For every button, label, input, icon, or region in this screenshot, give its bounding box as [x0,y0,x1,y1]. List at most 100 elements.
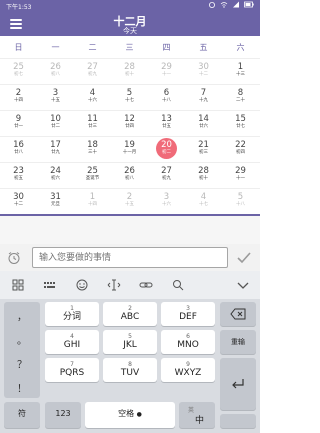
backspace-key[interactable] [220,302,256,326]
date-cell[interactable]: 11 廿三 [74,111,111,136]
date-cell[interactable]: 25 圣诞节 [74,163,111,188]
date-number: 26 [50,62,61,72]
date-number: 3 [163,192,170,202]
key-5[interactable]: 5 JKL [103,330,157,354]
date-cell[interactable]: 3 十六 [148,189,185,214]
date-cell[interactable]: 22 初四 [222,137,259,162]
lunar-date: 初六 [51,176,60,181]
date-cell[interactable]: 15 廿七 [222,111,259,136]
number-key[interactable]: 123 [45,402,81,428]
key-6[interactable]: 6 MNO [161,330,215,354]
date-cell[interactable]: 9 廿一 [0,111,37,136]
symbol-key[interactable]: 符 [4,402,40,428]
lunar-date: 十五 [51,98,60,103]
lunar-date: 初三 [199,150,208,155]
cursor-icon[interactable] [107,279,121,291]
date-cell[interactable]: 12 廿四 [111,111,148,136]
date-cell[interactable]: 2 十四 [0,85,37,110]
space-key[interactable]: 空格 ● [85,402,175,428]
date-cell[interactable]: 3 十五 [37,85,74,110]
date-cell[interactable]: 10 廿二 [37,111,74,136]
reenter-key[interactable]: 重输 [220,330,256,354]
language-switch-key[interactable]: 英 中 [179,402,215,428]
link-icon[interactable] [139,279,153,291]
lunar-date: 十八 [236,202,245,207]
key-7[interactable]: 7 PQRS [45,358,99,382]
date-cell[interactable]: 1 十三 [222,59,259,84]
date-cell[interactable]: 4 十六 [74,85,111,110]
date-number: 1 [237,62,244,72]
today-date-cell[interactable]: 20 初二 [148,137,185,162]
date-number: 29 [235,166,246,176]
keyboard-grid-icon[interactable] [11,279,25,291]
date-cell[interactable]: 27 初九 [74,59,111,84]
date-cell[interactable]: 18 三十 [74,137,111,162]
app-header: 下午1:53 十二月 今天 [0,0,260,36]
lunar-date: 十六 [162,202,171,207]
punct-key-exclaim[interactable]: ！ [4,380,40,395]
signal-icon [233,1,239,8]
date-cell[interactable]: 24 初六 [37,163,74,188]
date-cell[interactable]: 19 十一月 [111,137,148,162]
key-9[interactable]: 9 WXYZ [161,358,215,382]
date-cell[interactable]: 16 廿八 [0,137,37,162]
date-cell[interactable]: 7 十九 [185,85,222,110]
todo-input[interactable] [32,247,228,268]
lunar-date: 圣诞节 [85,176,100,181]
date-cell[interactable]: 5 十七 [111,85,148,110]
lunar-date: 十五 [125,202,134,207]
lunar-date: 十七 [125,98,134,103]
chevron-down-icon[interactable] [236,279,250,291]
search-icon[interactable] [171,279,185,291]
date-cell[interactable]: 17 廿九 [37,137,74,162]
date-cell[interactable]: 23 初五 [0,163,37,188]
enter-key[interactable] [220,358,256,410]
today-button[interactable]: 今天 [0,26,260,36]
date-number: 8 [237,88,244,98]
key-2[interactable]: 2 ABC [103,302,157,326]
status-bar: 下午1:53 [0,0,260,12]
key-3[interactable]: 3 DEF [161,302,215,326]
hide-keyboard-key[interactable] [220,414,256,428]
date-cell[interactable]: 26 初八 [111,163,148,188]
date-cell[interactable]: 2 十五 [111,189,148,214]
key-4[interactable]: 4 GHI [45,330,99,354]
date-cell[interactable]: 14 廿六 [185,111,222,136]
punct-key-comma[interactable]: ， [4,308,40,323]
lunar-date: 十六 [88,98,97,103]
keyboard-layout-icon[interactable] [43,279,57,291]
date-number: 27 [161,166,172,176]
date-number: 27 [87,62,98,72]
date-cell[interactable]: 31 元旦 [37,189,74,214]
date-cell[interactable]: 28 初十 [185,163,222,188]
key-8[interactable]: 8 TUV [103,358,157,382]
date-number: 12 [124,114,135,124]
date-cell[interactable]: 29 十一 [148,59,185,84]
date-cell[interactable]: 28 初十 [111,59,148,84]
date-cell[interactable]: 21 初三 [185,137,222,162]
date-cell[interactable]: 27 初九 [148,163,185,188]
date-cell[interactable]: 25 初七 [0,59,37,84]
date-cell[interactable]: 13 廿五 [148,111,185,136]
lunar-date: 初九 [88,72,97,77]
date-cell[interactable]: 4 十七 [185,189,222,214]
lunar-date: 廿九 [51,150,60,155]
date-cell[interactable]: 30 十二 [185,59,222,84]
date-cell[interactable]: 30 十二 [0,189,37,214]
date-cell[interactable]: 26 初八 [37,59,74,84]
punct-key-period[interactable]: 。 [4,332,40,347]
lunar-date: 十二 [14,202,23,207]
confirm-check-icon[interactable] [236,251,252,265]
date-cell[interactable]: 1 十四 [74,189,111,214]
date-cell[interactable]: 6 十八 [148,85,185,110]
key-1[interactable]: 1 分词 [45,302,99,326]
date-cell[interactable]: 29 十一 [222,163,259,188]
emoji-icon[interactable] [75,279,89,291]
calendar-week-row: 30 十二 31 元旦 1 十四 2 十五 3 十六 4 十七 5 十八 [0,188,260,213]
punct-key-question[interactable]: ？ [4,356,40,371]
date-cell[interactable]: 5 十八 [222,189,259,214]
reminder-clock-icon[interactable] [7,251,21,265]
lunar-date: 廿八 [14,150,23,155]
lunar-date: 初二 [162,150,171,155]
date-cell[interactable]: 8 二十 [222,85,259,110]
